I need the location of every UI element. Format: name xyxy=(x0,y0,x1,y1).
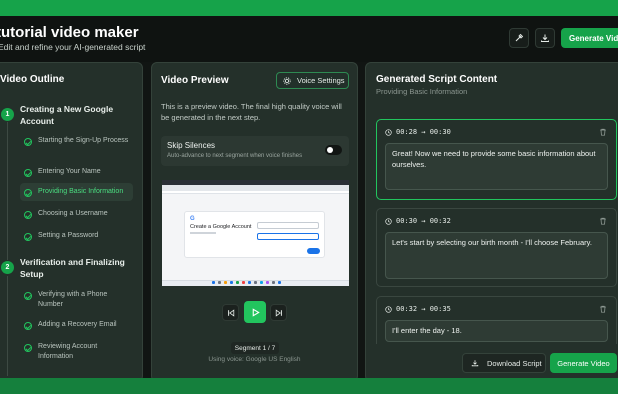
section-connector xyxy=(7,276,8,376)
trash-icon[interactable] xyxy=(599,128,607,136)
segment-text[interactable]: I'll enter the day - 18. xyxy=(385,320,608,342)
section-title-1: Creating a New Google Account xyxy=(20,104,114,126)
step-label: Verifying with a Phone Number xyxy=(38,291,108,308)
top-accent-bar xyxy=(0,0,618,16)
outline-step[interactable]: Choosing a Username xyxy=(24,209,132,219)
step-label: Adding a Recovery Email xyxy=(38,321,117,328)
outline-step[interactable]: Verifying with a Phone Number xyxy=(24,290,132,310)
check-circle-icon xyxy=(24,233,32,241)
skip-silences-subtitle: Auto-advance to next segment when voice … xyxy=(167,153,303,159)
segment-text[interactable]: Let's start by selecting our birth month… xyxy=(385,232,608,279)
script-title: Generated Script Content xyxy=(376,74,498,85)
signup-card-title: Create a Google Account xyxy=(190,224,252,230)
last-name-field xyxy=(257,233,319,240)
app-subtitle: Edit and refine your AI-generated script xyxy=(0,42,146,52)
script-subtitle: Providing Basic Information xyxy=(376,87,468,96)
google-logo: G xyxy=(190,216,195,222)
step-label: Choosing a Username xyxy=(38,210,108,217)
outline-step-active[interactable]: Providing Basic Information xyxy=(20,183,133,201)
preview-title: Video Preview xyxy=(161,75,229,86)
section-number-1: 1 xyxy=(1,108,14,121)
download-script-label: Download Script xyxy=(487,358,542,368)
segment-time-label: 00:32 → 00:35 xyxy=(396,305,451,313)
outline-step[interactable]: Setting a Password xyxy=(24,231,132,241)
signup-card: G Create a Google Account xyxy=(184,211,325,258)
step-label: Providing Basic Information xyxy=(38,188,124,195)
signup-card-subtitle xyxy=(190,232,216,234)
outline-title: Video Outline xyxy=(0,74,65,85)
check-circle-icon xyxy=(24,189,32,197)
segment-text[interactable]: Great! Now we need to provide some basic… xyxy=(385,143,608,190)
next-button xyxy=(307,248,320,254)
skip-silences-title: Skip Silences xyxy=(167,141,216,150)
previous-segment-button[interactable] xyxy=(222,304,239,321)
clock-icon xyxy=(385,217,392,225)
wand-button[interactable] xyxy=(509,28,529,48)
app-title: tutorial video maker xyxy=(0,24,139,41)
download-script-button[interactable]: Download Script xyxy=(462,353,546,373)
next-segment-button[interactable] xyxy=(270,304,287,321)
outline-step[interactable]: Starting the Sign-Up Process xyxy=(24,136,132,146)
trash-icon[interactable] xyxy=(599,217,607,225)
skip-silences-setting: Skip Silences Auto-advance to next segme… xyxy=(161,136,349,166)
skip-silences-toggle[interactable] xyxy=(325,145,342,155)
first-name-field xyxy=(257,222,319,229)
skip-forward-icon xyxy=(275,308,282,317)
generate-video-button[interactable]: Generate Video xyxy=(550,353,617,373)
step-label: Entering Your Name xyxy=(38,168,101,175)
segment-time-label: 00:30 → 00:32 xyxy=(396,217,451,225)
gear-icon xyxy=(283,76,291,85)
step-label: Starting the Sign-Up Process xyxy=(38,137,129,144)
script-segment-card[interactable]: 00:32 → 00:35 I'll enter the day - 18. xyxy=(376,296,617,344)
play-button[interactable] xyxy=(244,301,266,323)
bottom-accent-bar xyxy=(0,378,618,394)
generate-video-button-top[interactable]: Generate Video xyxy=(561,28,618,48)
check-circle-icon xyxy=(24,292,32,300)
preview-description: This is a preview video. The final high … xyxy=(161,102,342,122)
step-label: Setting a Password xyxy=(38,232,99,239)
section-connector xyxy=(7,122,8,260)
script-segment-card[interactable]: 00:30 → 00:32 Let's start by selecting o… xyxy=(376,208,617,287)
voice-settings-button[interactable]: Voice Settings xyxy=(276,72,349,89)
segment-counter: Segment 1 / 7 xyxy=(231,342,279,354)
section-title-2: Verification and Finalizing Setup xyxy=(20,257,125,279)
skip-back-icon xyxy=(227,308,234,317)
segment-time-label: 00:28 → 00:30 xyxy=(396,128,451,136)
video-preview[interactable]: G Create a Google Account xyxy=(162,180,349,286)
check-circle-icon xyxy=(24,138,32,146)
voice-settings-label: Voice Settings xyxy=(297,76,345,85)
voice-info: Using voice: Google US English xyxy=(208,356,301,363)
browser-addressbar xyxy=(162,191,349,194)
clock-icon xyxy=(385,128,392,136)
download-button[interactable] xyxy=(535,28,555,48)
check-circle-icon xyxy=(24,344,32,352)
trash-icon[interactable] xyxy=(599,305,607,313)
segment-time: 00:28 → 00:30 xyxy=(385,128,451,136)
taskbar-icons xyxy=(212,281,284,284)
outline-step[interactable]: Reviewing Account Information xyxy=(24,342,132,362)
wand-icon xyxy=(515,33,524,42)
check-circle-icon xyxy=(24,322,32,330)
check-circle-icon xyxy=(24,211,32,219)
download-icon xyxy=(471,360,479,367)
section-number-2: 2 xyxy=(1,261,14,274)
download-icon xyxy=(541,34,549,42)
segment-time: 00:32 → 00:35 xyxy=(385,305,451,313)
clock-icon xyxy=(385,305,392,313)
outline-step[interactable]: Adding a Recovery Email xyxy=(24,320,132,330)
check-circle-icon xyxy=(24,169,32,177)
step-label: Reviewing Account Information xyxy=(38,343,98,360)
script-segment-card[interactable]: 00:28 → 00:30 Great! Now we need to prov… xyxy=(376,119,617,200)
segment-time: 00:30 → 00:32 xyxy=(385,217,451,225)
outline-step[interactable]: Entering Your Name xyxy=(24,167,132,177)
play-icon xyxy=(252,307,260,317)
